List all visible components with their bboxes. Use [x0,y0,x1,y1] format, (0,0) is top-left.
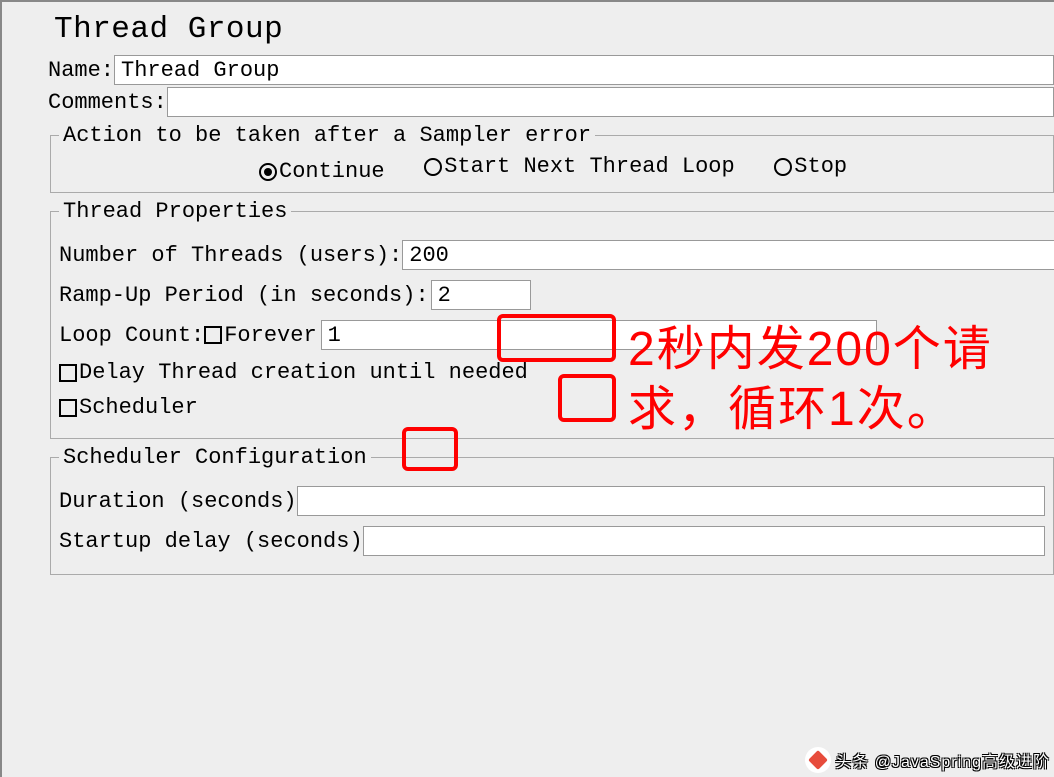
stop-radio[interactable]: Stop [774,154,847,179]
startup-delay-label: Startup delay (seconds) [59,529,363,554]
checkbox-icon [204,326,222,344]
checkbox-icon [59,399,77,417]
toutiao-icon [805,747,831,773]
duration-row: Duration (seconds) [59,486,1045,516]
error-action-group: Action to be taken after a Sampler error… [50,123,1054,193]
delay-creation-row: Delay Thread creation until needed [59,360,1054,385]
name-label: Name: [48,58,114,83]
radio-icon [424,158,442,176]
num-threads-input[interactable] [402,240,1054,270]
start-next-radio[interactable]: Start Next Thread Loop [424,154,734,179]
name-row: Name: [48,55,1054,85]
scheduler-label: Scheduler [79,395,198,420]
duration-label: Duration (seconds) [59,489,297,514]
thread-properties-legend: Thread Properties [59,199,291,224]
num-threads-label: Number of Threads (users): [59,243,402,268]
loop-count-label: Loop Count: [59,323,204,348]
watermark: 头条 @JavaSpring高级进阶 [805,747,1050,773]
num-threads-row: Number of Threads (users): [59,240,1054,270]
forever-checkbox[interactable]: Forever [204,323,316,348]
continue-radio[interactable]: Continue [259,159,385,184]
stop-radio-label: Stop [794,154,847,179]
comments-row: Comments: [48,87,1054,117]
delay-creation-checkbox[interactable]: Delay Thread creation until needed [59,360,528,385]
error-action-options: Continue Start Next Thread Loop Stop [259,154,1045,184]
rampup-label: Ramp-Up Period (in seconds): [59,283,429,308]
scheduler-config-legend: Scheduler Configuration [59,445,371,470]
loop-count-row: Loop Count: Forever [59,320,1054,350]
rampup-input[interactable] [431,280,531,310]
radio-icon [774,158,792,176]
page-title: Thread Group [54,12,1048,47]
comments-label: Comments: [48,90,167,115]
duration-input[interactable] [297,486,1045,516]
radio-icon [259,163,277,181]
delay-creation-label: Delay Thread creation until needed [79,360,528,385]
scheduler-config-group: Scheduler Configuration Duration (second… [50,445,1054,575]
thread-group-panel: Thread Group Name: Comments: Action to b… [0,0,1054,777]
loop-count-input[interactable] [321,320,877,350]
scheduler-checkbox[interactable]: Scheduler [59,395,198,420]
comments-input[interactable] [167,87,1054,117]
scheduler-row: Scheduler [59,395,1054,420]
thread-properties-group: Thread Properties Number of Threads (use… [50,199,1054,439]
checkbox-icon [59,364,77,382]
continue-radio-label: Continue [279,159,385,184]
startup-delay-input[interactable] [363,526,1045,556]
startup-delay-row: Startup delay (seconds) [59,526,1045,556]
error-action-legend: Action to be taken after a Sampler error [59,123,595,148]
name-input[interactable] [114,55,1054,85]
watermark-text: 头条 @JavaSpring高级进阶 [835,748,1050,772]
forever-checkbox-label: Forever [224,323,316,348]
rampup-row: Ramp-Up Period (in seconds): [59,280,1054,310]
start-next-radio-label: Start Next Thread Loop [444,154,734,179]
